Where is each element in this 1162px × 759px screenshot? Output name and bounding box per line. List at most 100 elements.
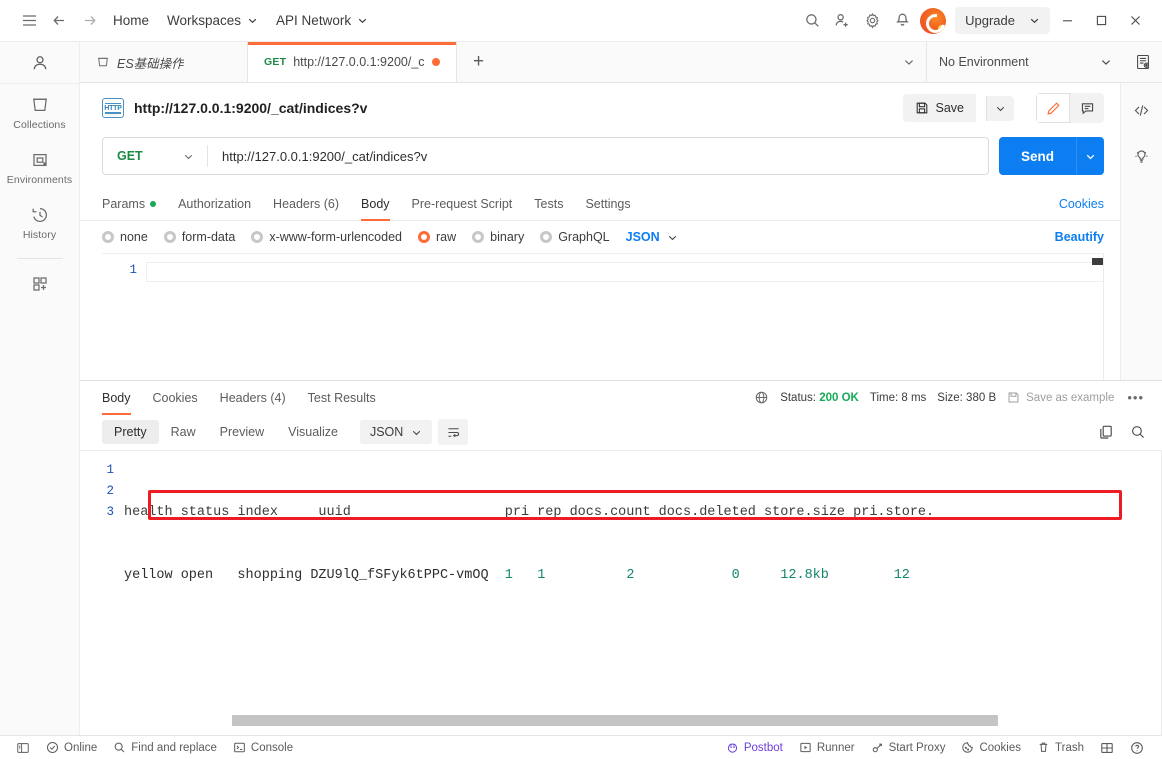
start-proxy-label: Start Proxy <box>888 741 946 754</box>
tab-authorization-label: Authorization <box>178 196 252 211</box>
search-icon[interactable] <box>797 6 827 36</box>
environment-selector[interactable]: No Environment <box>926 42 1124 82</box>
console-button[interactable]: Console <box>225 739 301 756</box>
nav-workspaces[interactable]: Workspaces <box>158 8 267 33</box>
response-horizontal-scrollbar[interactable] <box>80 715 1162 729</box>
comment-icon[interactable] <box>1070 93 1104 123</box>
upgrade-button[interactable]: Upgrade <box>955 7 1050 34</box>
pencil-icon[interactable] <box>1036 93 1070 123</box>
body-language-select[interactable]: JSON <box>626 230 678 244</box>
save-as-example-button[interactable]: Save as example <box>1007 391 1114 404</box>
window-minimize-button[interactable] <box>1050 6 1084 36</box>
url-input[interactable] <box>208 138 988 174</box>
response-view-pretty[interactable]: Pretty <box>102 420 159 444</box>
nav-api-network-label: API Network <box>276 13 352 28</box>
nav-api-network[interactable]: API Network <box>267 8 377 33</box>
user-icon[interactable] <box>0 42 79 84</box>
tab-collection-label: ES基础操作 <box>117 56 184 71</box>
word-wrap-icon[interactable] <box>438 419 469 445</box>
response-tab-test-results-label: Test Results <box>307 390 376 405</box>
new-tab-button[interactable]: + <box>457 42 501 82</box>
runner-button[interactable]: Runner <box>791 739 863 756</box>
send-options-chevron-down-icon[interactable] <box>1076 137 1104 175</box>
two-pane-layout-icon[interactable] <box>1092 739 1122 757</box>
window-maximize-button[interactable] <box>1084 6 1118 36</box>
response-pane: Body Cookies Headers (4) Test Results St… <box>80 380 1162 735</box>
start-proxy-button[interactable]: Start Proxy <box>863 739 954 756</box>
copy-icon[interactable] <box>1098 424 1114 440</box>
body-type-raw[interactable]: raw <box>418 230 456 244</box>
response-tab-test-results[interactable]: Test Results <box>297 381 387 414</box>
lightbulb-icon[interactable] <box>1127 141 1157 171</box>
scrollbar-thumb[interactable] <box>232 715 998 726</box>
save-options-chevron-down-icon[interactable] <box>986 95 1014 121</box>
response-tab-body[interactable]: Body <box>102 381 142 415</box>
tab-params[interactable]: Params <box>102 187 167 220</box>
sidebar-item-add-module[interactable] <box>0 263 79 302</box>
send-button[interactable]: Send <box>998 137 1076 175</box>
request-tabs: Params Authorization Headers (6) Body Pr… <box>80 187 1120 221</box>
radio-circle-icon <box>251 231 264 243</box>
cookies-button[interactable]: Cookies <box>953 739 1029 756</box>
http-method-select[interactable]: GET <box>103 138 207 174</box>
sidebar-item-environments[interactable]: Environments <box>0 139 79 194</box>
save-button[interactable]: Save <box>902 94 976 122</box>
play-box-icon <box>799 741 812 754</box>
tab-tests[interactable]: Tests <box>523 187 574 220</box>
hamburger-icon[interactable] <box>14 6 44 36</box>
sidebar-item-environments-label: Environments <box>6 174 73 186</box>
tab-settings[interactable]: Settings <box>574 187 641 220</box>
globe-icon[interactable] <box>754 390 769 405</box>
body-type-form-data[interactable]: form-data <box>163 230 235 244</box>
postman-avatar-icon[interactable] <box>920 7 947 34</box>
tab-pre-request-script[interactable]: Pre-request Script <box>401 187 524 220</box>
sidebar-toggle-icon[interactable] <box>8 739 38 757</box>
tab-authorization[interactable]: Authorization <box>167 187 262 220</box>
tab-collection-es[interactable]: ES基础操作 <box>80 42 248 82</box>
nav-home[interactable]: Home <box>104 8 158 33</box>
response-view-visualize[interactable]: Visualize <box>276 420 350 444</box>
body-type-binary[interactable]: binary <box>472 230 524 244</box>
response-tab-cookies[interactable]: Cookies <box>142 381 209 414</box>
bell-icon[interactable] <box>887 6 917 36</box>
arrow-left-icon[interactable] <box>44 6 74 36</box>
body-type-none[interactable]: none <box>102 230 148 244</box>
chevron-down-icon <box>668 235 676 240</box>
code-snippet-icon[interactable] <box>1127 95 1157 125</box>
online-status[interactable]: Online <box>38 739 105 756</box>
tab-body[interactable]: Body <box>350 187 401 221</box>
arrow-right-icon[interactable] <box>74 6 104 36</box>
status-bar: Online Find and replace Console Postbot … <box>0 735 1162 759</box>
request-body-editor[interactable]: 1 <box>102 253 1104 380</box>
request-cookies-link[interactable]: Cookies <box>1059 197 1104 211</box>
response-view-preview[interactable]: Preview <box>208 420 276 444</box>
tab-headers[interactable]: Headers (6) <box>262 187 350 220</box>
response-view-raw[interactable]: Raw <box>159 420 208 444</box>
response-body-content[interactable]: health status index uuid pri rep docs.co… <box>124 451 1162 735</box>
request-editor-area[interactable] <box>146 254 1104 380</box>
tab-list-chevron-down-icon[interactable] <box>892 42 926 82</box>
window-close-button[interactable] <box>1118 6 1152 36</box>
response-body-viewer[interactable]: 1 2 3 health status index uuid pri rep d… <box>80 450 1162 735</box>
response-tab-headers[interactable]: Headers (4) <box>209 381 297 414</box>
trash-button[interactable]: Trash <box>1029 739 1092 756</box>
invite-user-icon[interactable] <box>827 6 857 36</box>
app-body: Collections Environments History ES基础操作 … <box>0 42 1162 735</box>
find-and-replace-button[interactable]: Find and replace <box>105 739 225 756</box>
response-tool-right-group <box>1098 424 1146 440</box>
tab-request-active[interactable]: GET http://127.0.0.1:9200/_c <box>248 42 457 82</box>
search-icon[interactable] <box>1130 424 1146 440</box>
sidebar-item-collections[interactable]: Collections <box>0 84 79 139</box>
postbot-button[interactable]: Postbot <box>718 739 791 756</box>
response-format-select[interactable]: JSON <box>359 420 433 444</box>
response-more-options-icon[interactable]: ••• <box>1125 390 1146 405</box>
help-circle-icon[interactable] <box>1122 739 1152 757</box>
gear-icon[interactable] <box>857 6 887 36</box>
response-token <box>634 568 731 583</box>
environment-quick-look-icon[interactable] <box>1124 53 1162 71</box>
sidebar-item-history[interactable]: History <box>0 194 79 249</box>
body-type-urlencoded[interactable]: x-www-form-urlencoded <box>251 230 402 244</box>
beautify-button[interactable]: Beautify <box>1055 230 1104 244</box>
body-type-graphql[interactable]: GraphQL <box>540 230 610 244</box>
chevron-down-icon <box>1030 18 1039 24</box>
